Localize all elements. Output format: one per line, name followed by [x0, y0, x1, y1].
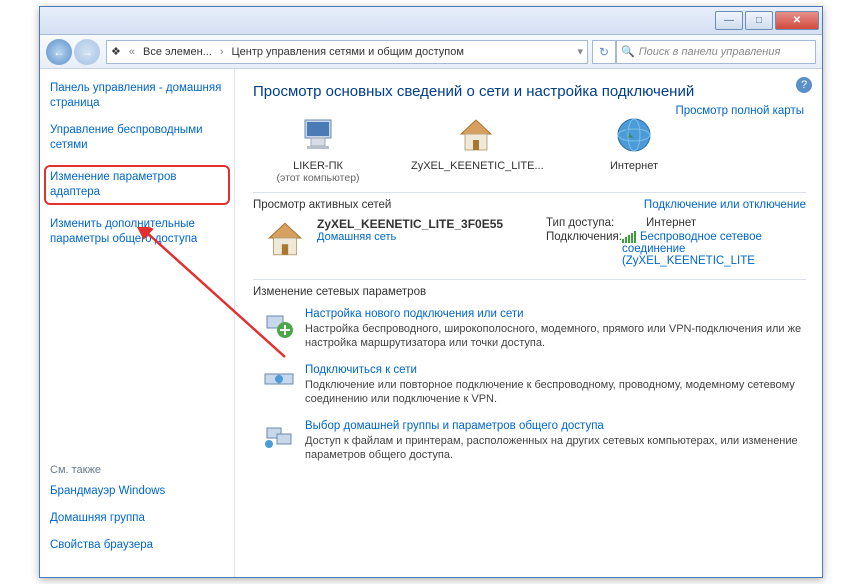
- pc-sublabel: (этот компьютер): [253, 172, 383, 184]
- address-bar[interactable]: ❖ « Все элемен... › Центр управления сет…: [106, 40, 588, 64]
- network-node-pc: LIKER-ПК (этот компьютер): [253, 114, 383, 184]
- task-link[interactable]: Выбор домашней группы и параметров общег…: [305, 420, 806, 432]
- view-full-map-link[interactable]: Просмотр полной карты: [675, 105, 804, 117]
- task-desc: Доступ к файлам и принтерам, расположенн…: [305, 435, 798, 461]
- sidebar-home-link[interactable]: Панель управления - домашняя страница: [50, 81, 224, 111]
- page-title: Просмотр основных сведений о сети и наст…: [253, 83, 806, 100]
- forward-button[interactable]: →: [74, 39, 100, 65]
- active-network-row: ZyXEL_KEENETIC_LITE_3F0E55 Домашняя сеть…: [263, 217, 806, 269]
- see-also-label: См. также: [50, 464, 224, 476]
- sidebar-wireless-link[interactable]: Управление беспроводными сетями: [50, 123, 224, 153]
- connect-disconnect-link[interactable]: Подключение или отключение: [644, 199, 806, 211]
- sidebar-browser-link[interactable]: Свойства браузера: [50, 538, 224, 553]
- search-icon: 🔍: [621, 45, 635, 58]
- access-type-value: Интернет: [646, 217, 696, 229]
- control-panel-window: — □ ✕ ← → ❖ « Все элемен... › Центр упра…: [39, 6, 823, 578]
- breadcrumb-item[interactable]: Центр управления сетями и общим доступом: [228, 46, 468, 58]
- active-network-details: Тип доступа:Интернет Подключения:Беспров…: [546, 217, 806, 269]
- sidebar: Панель управления - домашняя страница Уп…: [40, 69, 235, 577]
- network-node-internet: Интернет: [569, 114, 699, 172]
- help-icon[interactable]: ?: [796, 77, 812, 93]
- task-link[interactable]: Подключиться к сети: [305, 364, 806, 376]
- main-content: ? Просмотр основных сведений о сети и на…: [235, 69, 822, 577]
- connection-link[interactable]: Беспроводное сетевое соединение (ZyXEL_K…: [622, 231, 806, 267]
- house-icon: [455, 114, 497, 156]
- breadcrumb-item[interactable]: Все элемен...: [139, 46, 216, 58]
- network-node-router: ZyXEL_KEENETIC_LITE...: [411, 114, 541, 172]
- back-button[interactable]: ←: [46, 39, 72, 65]
- connections-label: Подключения:: [546, 231, 622, 267]
- computer-icon: [297, 114, 339, 156]
- navbar: ← → ❖ « Все элемен... › Центр управления…: [40, 35, 822, 69]
- sidebar-sharing-link[interactable]: Изменить дополнительные параметры общего…: [50, 217, 224, 247]
- titlebar: — □ ✕: [40, 7, 822, 35]
- active-network-text: ZyXEL_KEENETIC_LITE_3F0E55 Домашняя сеть: [317, 217, 536, 243]
- task-desc: Настройка беспроводного, широкополосного…: [305, 323, 801, 349]
- network-map: LIKER-ПК (этот компьютер) ZyXEL_KEENETIC…: [253, 114, 806, 184]
- sidebar-firewall-link[interactable]: Брандмауэр Windows: [50, 484, 224, 499]
- task-link[interactable]: Настройка нового подключения или сети: [305, 308, 806, 320]
- router-name: ZyXEL_KEENETIC_LITE...: [411, 160, 541, 172]
- sidebar-adapter-link[interactable]: Изменение параметров адаптера: [44, 165, 230, 205]
- globe-icon: [613, 114, 655, 156]
- minimize-button[interactable]: —: [715, 11, 743, 30]
- new-connection-icon: [263, 308, 295, 340]
- change-settings-section: Изменение сетевых параметров Настройка н…: [253, 279, 806, 462]
- access-type-label: Тип доступа:: [546, 217, 646, 229]
- refresh-button[interactable]: ↻: [592, 40, 616, 64]
- task-connect: Подключиться к сети Подключение или повто…: [263, 364, 806, 406]
- breadcrumb-dropdown-icon[interactable]: ▾: [573, 45, 587, 58]
- breadcrumb-icon: ❖: [107, 45, 125, 58]
- sidebar-homegroup-link[interactable]: Домашняя группа: [50, 511, 224, 526]
- task-homegroup: Выбор домашней группы и параметров общег…: [263, 420, 806, 462]
- body: Панель управления - домашняя страница Уп…: [40, 69, 822, 577]
- task-desc: Подключение или повторное подключение к …: [305, 379, 795, 405]
- search-input[interactable]: 🔍 Поиск в панели управления: [616, 40, 816, 64]
- pc-name: LIKER-ПК: [253, 160, 383, 172]
- breadcrumb-sep: «: [125, 46, 139, 58]
- task-new-connection: Настройка нового подключения или сети Нас…: [263, 308, 806, 350]
- house-icon: [263, 217, 307, 261]
- search-placeholder: Поиск в панели управления: [639, 46, 781, 58]
- close-button[interactable]: ✕: [775, 11, 819, 30]
- active-networks-section: Подключение или отключение Просмотр акти…: [253, 192, 806, 269]
- network-name: ZyXEL_KEENETIC_LITE_3F0E55: [317, 217, 503, 231]
- change-settings-label: Изменение сетевых параметров: [253, 286, 806, 298]
- maximize-button[interactable]: □: [745, 11, 773, 30]
- breadcrumb-sep: ›: [216, 46, 228, 58]
- internet-label: Интернет: [569, 160, 699, 172]
- homegroup-icon: [263, 420, 295, 452]
- connect-icon: [263, 364, 295, 396]
- home-network-link[interactable]: Домашняя сеть: [317, 231, 396, 243]
- signal-icon: [622, 231, 636, 243]
